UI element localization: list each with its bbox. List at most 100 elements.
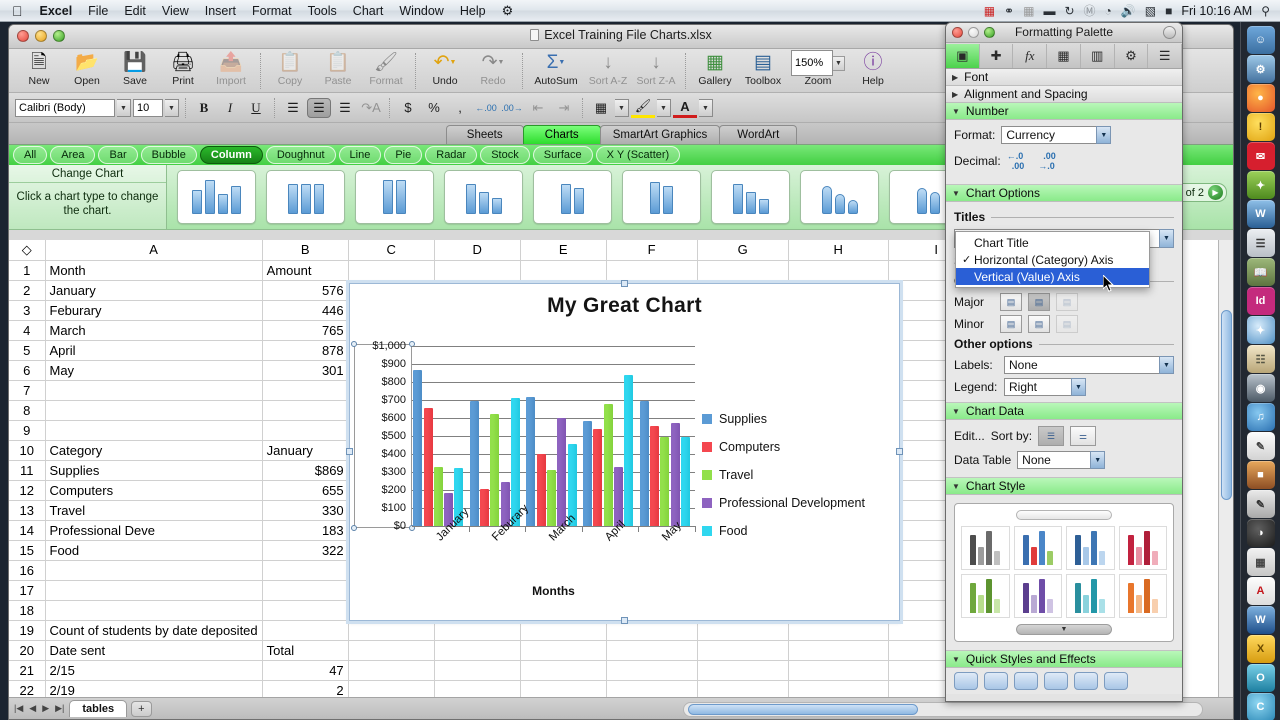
row-header-7[interactable]: 7 <box>9 380 45 400</box>
chart-thumb-100-stacked-column[interactable] <box>355 170 434 224</box>
menu-item-format[interactable]: Format <box>244 2 300 20</box>
legend-entry-computers[interactable]: Computers <box>702 440 865 454</box>
bar-professional-development-may[interactable] <box>671 423 680 526</box>
cell-G20[interactable] <box>697 640 788 660</box>
vertical-scrollbar[interactable] <box>1218 240 1233 697</box>
data-icon[interactable]: ▥ <box>1081 44 1115 68</box>
cell-B2[interactable]: 576 <box>262 280 348 300</box>
chart-type-bar[interactable]: Bar <box>98 146 137 164</box>
row-header-3[interactable]: 3 <box>9 300 45 320</box>
chevron-down-icon-format[interactable]: ▼ <box>1096 126 1111 144</box>
vpn-key-icon[interactable]: ⚭ <box>1004 4 1014 18</box>
movie-icon[interactable]: ▦ <box>984 4 995 18</box>
category-axis-title[interactable]: Months <box>412 584 695 598</box>
major-gridlines-none-icon[interactable]: ▤ <box>1000 293 1022 311</box>
dock-item-acrobat-icon[interactable]: A <box>1247 577 1275 605</box>
chart-style-swatch-2[interactable] <box>1014 526 1063 570</box>
cell-C21[interactable] <box>348 660 434 680</box>
dock-item-word-alt-icon[interactable]: W <box>1247 606 1275 634</box>
cell-H21[interactable] <box>788 660 888 680</box>
decimal-decrease-icon[interactable]: ←.0 .00 <box>1007 151 1025 171</box>
chart-type-stock[interactable]: Stock <box>480 146 530 164</box>
row-header-4[interactable]: 4 <box>9 320 45 340</box>
dock-item-chrome-icon[interactable]: C <box>1247 693 1275 720</box>
chevron-down-icon-datatable[interactable]: ▼ <box>1090 451 1105 469</box>
gear-icon[interactable] <box>1163 26 1176 39</box>
row-header-15[interactable]: 15 <box>9 540 45 560</box>
fill-color-dropdown-icon[interactable]: ▼ <box>657 99 671 117</box>
reflection-effect-icon[interactable] <box>1044 672 1068 690</box>
print-button[interactable]: 🖨Print <box>159 51 207 87</box>
media-icon[interactable]: ▦ <box>1047 44 1081 68</box>
row-header-13[interactable]: 13 <box>9 500 45 520</box>
chart-type-radar[interactable]: Radar <box>425 146 477 164</box>
dock-item-sketch-icon[interactable]: ✎ <box>1247 490 1275 518</box>
chart-type-column[interactable]: Column <box>200 146 263 164</box>
toolbox-button[interactable]: ▤Toolbox <box>739 51 787 87</box>
cell-A16[interactable] <box>45 560 262 580</box>
cell-F1[interactable] <box>606 260 697 280</box>
cell-E1[interactable] <box>520 260 606 280</box>
cell-B10[interactable]: January <box>262 440 348 460</box>
select-all-corner[interactable]: ◇ <box>9 240 45 260</box>
cell-A3[interactable]: Feburary <box>45 300 262 320</box>
dock-item-calculator-icon[interactable]: ▦ <box>1247 548 1275 576</box>
clock[interactable]: Fri 10:16 AM <box>1181 4 1252 18</box>
dock-item-word-icon[interactable]: W <box>1247 200 1275 228</box>
column-header-f[interactable]: F <box>606 240 697 260</box>
chevron-right-icon[interactable]: ▶ <box>1208 185 1223 200</box>
cell-A13[interactable]: Travel <box>45 500 262 520</box>
menu-item-chart[interactable]: Chart <box>345 2 392 20</box>
column-header-a[interactable]: A <box>45 240 262 260</box>
volume-icon[interactable]: 🔊 <box>1121 4 1136 18</box>
bar-computers-march[interactable] <box>537 454 546 526</box>
style-scroll-down-handle[interactable]: ▼ <box>1016 624 1112 635</box>
cell-A5[interactable]: April <box>45 340 262 360</box>
menu-item-tools[interactable]: Tools <box>300 2 345 20</box>
nav-prev-sheet-icon[interactable]: ◀ <box>28 703 37 714</box>
dock-item-dashboard-icon[interactable]: ⚙ <box>1247 55 1275 83</box>
cell-E21[interactable] <box>520 660 606 680</box>
cell-A12[interactable]: Computers <box>45 480 262 500</box>
cell-A1[interactable]: Month <box>45 260 262 280</box>
search-icon[interactable]: ⚲ <box>1261 4 1270 18</box>
dock-item-excel-alt-icon[interactable]: X <box>1247 635 1275 663</box>
script-menu-icon[interactable]: ⚙ <box>494 2 522 20</box>
cell-G1[interactable] <box>697 260 788 280</box>
chart-legend[interactable]: SuppliesComputersTravelProfessional Deve… <box>702 412 865 552</box>
cell-E19[interactable] <box>520 620 606 640</box>
cell-B4[interactable]: 765 <box>262 320 348 340</box>
cell-B9[interactable] <box>262 420 348 440</box>
row-header-16[interactable]: 16 <box>9 560 45 580</box>
cell-B12[interactable]: 655 <box>262 480 348 500</box>
cell-B5[interactable]: 878 <box>262 340 348 360</box>
reference-icon[interactable]: ☰ <box>1148 44 1182 68</box>
dock-item-safari-icon[interactable]: ✦ <box>1247 316 1275 344</box>
palette-section-quick-styles[interactable]: ▼Quick Styles and Effects <box>946 651 1182 668</box>
chart-handle-bottom[interactable] <box>621 617 628 624</box>
cell-A17[interactable] <box>45 580 262 600</box>
cell-B8[interactable] <box>262 400 348 420</box>
font-name-input[interactable] <box>15 99 115 117</box>
bar-computers-april[interactable] <box>593 429 602 526</box>
row-header-20[interactable]: 20 <box>9 640 45 660</box>
dock-item-itunes-icon[interactable]: ♫ <box>1247 403 1275 431</box>
row-header-9[interactable]: 9 <box>9 420 45 440</box>
sort-rows-icon[interactable]: ☰ <box>1038 426 1064 446</box>
chevron-down-icon-legend[interactable]: ▼ <box>1071 378 1086 396</box>
cell-B21[interactable]: 47 <box>262 660 348 680</box>
tab-sheets[interactable]: Sheets <box>446 125 524 144</box>
bar-food-may[interactable] <box>681 437 690 526</box>
zoom-value-wrap[interactable]: 150%▼ <box>787 51 849 75</box>
chart-type-pie[interactable]: Pie <box>384 146 422 164</box>
dock-item-leaf-icon[interactable]: ✦ <box>1247 171 1275 199</box>
cell-F20[interactable] <box>606 640 697 660</box>
menu-item-help[interactable]: Help <box>452 2 494 20</box>
add-sheet-button[interactable]: + <box>131 701 151 717</box>
fill-color-icon[interactable]: 🖌 <box>631 98 655 118</box>
number-format-select[interactable]: Currency ▼ <box>1001 126 1111 144</box>
row-header-11[interactable]: 11 <box>9 460 45 480</box>
bar-supplies-january[interactable] <box>413 370 422 526</box>
chart-handle-left[interactable] <box>346 448 353 455</box>
chart-type-line[interactable]: Line <box>339 146 382 164</box>
